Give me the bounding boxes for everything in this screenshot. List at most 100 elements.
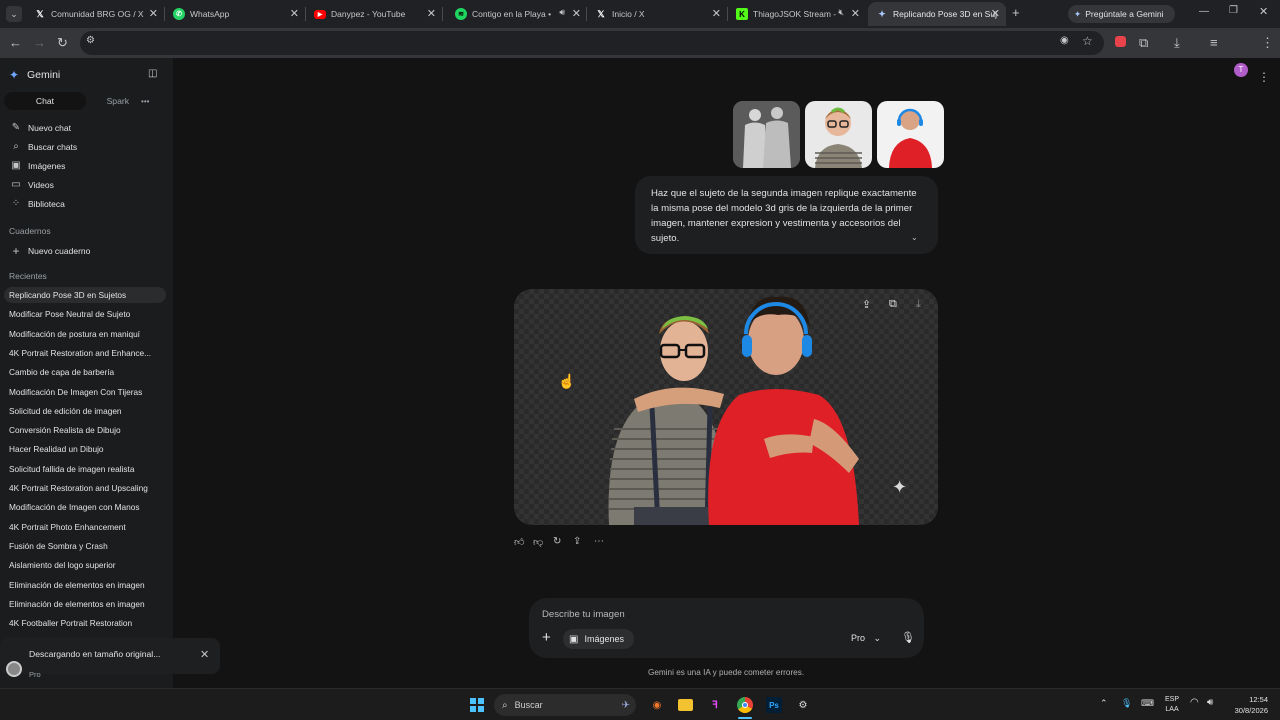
sidebar-recent-chat[interactable]: 4K Footballer Portrait Restoration [9, 618, 164, 628]
close-icon[interactable]: ✕ [712, 7, 721, 20]
tab-comunidad-brg[interactable]: 𝕏 Comunidad BRG OG / X ✕ [26, 2, 164, 26]
attached-image-red-shirt[interactable] [877, 101, 944, 168]
wifi-icon[interactable]: ◠ [1190, 697, 1199, 708]
prompt-input[interactable]: Describe tu imagen [542, 609, 625, 620]
close-icon[interactable]: ✕ [200, 648, 209, 661]
generated-image[interactable]: ✦ [514, 289, 938, 525]
sidebar-recent-chat[interactable]: 4K Portrait Restoration and Enhance... [9, 348, 164, 358]
sidebar-recent-chat[interactable]: Modificación de postura en maniquí [9, 329, 164, 339]
app-notification-icon[interactable]: ⚙ [795, 697, 811, 713]
sidebar-recent-chat[interactable]: Modificación De Imagen Con Tijeras [9, 387, 164, 397]
tab-chat[interactable]: Chat [4, 92, 86, 110]
new-notebook-button[interactable]: + Nuevo cuaderno [10, 244, 90, 258]
mute-icon[interactable]: 🔇︎ [838, 7, 844, 18]
input-language[interactable]: ESP LAA [1165, 695, 1179, 715]
share-icon[interactable]: ⇪ [573, 536, 581, 547]
sidebar-item-nuevo-chat[interactable]: ✎ Nuevo chat [10, 122, 71, 133]
more-options-icon[interactable]: ⋮ [1258, 70, 1270, 84]
sidebar-recent-chat[interactable]: Aislamiento del logo superior [9, 560, 164, 570]
sidebar-recent-chat[interactable]: Conversión Realista de Dibujo [9, 425, 164, 435]
file-explorer-icon[interactable] [678, 699, 693, 711]
microphone-tray-icon[interactable]: 🎙︎ [1121, 698, 1132, 709]
close-icon[interactable]: ✕ [851, 7, 860, 20]
tab-kick-stream[interactable]: K ThiagoJSOK Stream - 🔇︎ ✕ [728, 2, 866, 26]
clock[interactable]: 12:54 30/8/2026 [1228, 694, 1268, 716]
attached-image-subject[interactable] [805, 101, 872, 168]
photoshop-icon[interactable]: Ps [766, 697, 782, 713]
tab-search-button[interactable]: ⌄ [6, 6, 22, 22]
ask-gemini-button[interactable]: ✦ Pregúntale a Gemini [1068, 5, 1175, 23]
images-tool-chip[interactable]: ▣ Imágenes [563, 629, 634, 649]
share-image-icon[interactable]: ⇪ [862, 298, 871, 311]
sidebar-recent-chat[interactable]: Fusión de Sombra y Crash [9, 541, 164, 551]
copy-image-icon[interactable]: ⧉ [889, 298, 897, 311]
minimize-button[interactable]: — [1199, 6, 1209, 17]
collapse-sidebar-icon[interactable]: ◫ [148, 68, 157, 79]
taskbar-search[interactable]: ⌕ Buscar ✈ [494, 694, 636, 716]
sidebar-item-videos[interactable]: ▭ Videos [10, 179, 54, 190]
close-icon[interactable]: ✕ [427, 7, 436, 20]
sidebar-recent-chat[interactable]: Eliminación de elementos en imagen [9, 580, 164, 590]
add-attachment-icon[interactable]: + [542, 629, 551, 646]
microphone-icon[interactable]: 🎙︎ [901, 631, 915, 644]
close-icon[interactable]: ✕ [290, 7, 299, 20]
tab-inicio-x[interactable]: 𝕏 Inicio / X ✕ [587, 2, 727, 26]
thumbs-down-icon[interactable]: 👎︎ [533, 536, 543, 548]
speaker-icon[interactable]: 🔊︎ [559, 7, 565, 18]
download-icon[interactable]: ⤓ [1174, 35, 1180, 51]
tab-whatsapp[interactable]: ✆ WhatsApp ✕ [165, 2, 305, 26]
reading-list-icon[interactable]: ≡ [1210, 35, 1218, 51]
restore-button[interactable]: ❐ [1229, 5, 1238, 16]
ea-app-icon[interactable]: ꟻ [707, 697, 723, 713]
site-settings-icon[interactable]: ⚙ [86, 35, 95, 46]
keyboard-icon[interactable]: ⌨ [1141, 698, 1154, 709]
sidebar-recent-chat[interactable]: Replicando Pose 3D en Sujetos [4, 287, 166, 303]
prompt-composer: Describe tu imagen + ▣ Imágenes Pro ⌄ 🎙︎ [529, 598, 924, 658]
extension-red-icon[interactable] [1115, 36, 1126, 47]
tab-gemini-active[interactable]: ✦ Replicando Pose 3D en Suj ✕ [868, 2, 1006, 26]
sidebar-recent-chat[interactable]: Solicitud fallida de imagen realista [9, 464, 164, 474]
volume-icon[interactable]: 🔊︎ [1207, 697, 1213, 708]
back-icon[interactable]: ← [9, 35, 22, 51]
more-actions-icon[interactable]: ⋯ [594, 536, 604, 547]
tab-youtube[interactable]: ▶ Danypez - YouTube ✕ [306, 2, 442, 26]
sidebar-item-imagenes[interactable]: ▣ Imágenes [10, 160, 65, 171]
sidebar-recent-chat[interactable]: 4K Portrait Restoration and Upscaling [9, 483, 164, 493]
blender-icon[interactable]: ◉ [649, 697, 665, 713]
reload-icon[interactable]: ↻ [57, 35, 68, 51]
sidebar-recent-chat[interactable]: Modificar Pose Neutral de Sujeto [9, 309, 164, 319]
close-icon[interactable]: ✕ [572, 7, 581, 20]
download-image-icon[interactable]: ⤓ [916, 298, 921, 311]
windows-start-icon[interactable] [470, 698, 484, 712]
close-window-button[interactable]: ✕ [1259, 5, 1268, 18]
address-bar[interactable]: ⚙ ◉ ☆ [80, 31, 1104, 55]
tab-spark[interactable]: Spark ••• [88, 92, 168, 110]
sidebar-recent-chat[interactable]: 4K Portrait Photo Enhancement [9, 522, 164, 532]
account-avatar[interactable] [6, 661, 22, 677]
sidebar-recent-chat[interactable]: Modificación de Imagen con Manos [9, 502, 164, 512]
attached-image-3d-models[interactable] [733, 101, 800, 168]
eye-off-icon[interactable]: ◉ [1060, 35, 1069, 46]
close-icon[interactable]: ✕ [149, 7, 158, 20]
expand-chevron-icon[interactable]: ⌄ [911, 230, 918, 245]
sidebar-item-biblioteca[interactable]: ⁘ Biblioteca [10, 198, 65, 209]
sidebar-recent-chat[interactable]: Solicitud de edición de imagen [9, 406, 164, 416]
profile-avatar[interactable]: T [1234, 63, 1248, 77]
model-selector[interactable]: Pro ⌄ [851, 633, 881, 644]
sidebar-item-buscar-chats[interactable]: ⌕ Buscar chats [10, 141, 77, 152]
tab-spotify[interactable]: ≋ Contigo en la Playa • 🔊︎ ✕ [447, 2, 587, 26]
sidebar-recent-chat[interactable]: Eliminación de elementos en imagen [9, 599, 164, 609]
browser-menu-icon[interactable]: ⋮ [1261, 35, 1274, 51]
forward-icon[interactable]: → [33, 35, 46, 51]
sidebar-recent-chat[interactable]: Hacer Realidad un Dibujo [9, 444, 164, 454]
regenerate-icon[interactable]: ↻ [553, 536, 561, 547]
thumbs-up-icon[interactable]: 👍︎ [514, 536, 524, 548]
chrome-icon[interactable] [737, 697, 753, 713]
new-tab-button[interactable]: + [1012, 5, 1020, 20]
show-hidden-icons-chevron[interactable]: ⌃ [1100, 698, 1108, 709]
extensions-puzzle-icon[interactable]: ⧉ [1139, 35, 1148, 51]
sidebar-recent-chat[interactable]: Cambio de capa de barbería [9, 367, 164, 377]
close-icon[interactable]: ✕ [991, 7, 1000, 20]
windows-taskbar: ⌕ Buscar ✈ ◉ ꟻ Ps ⚙ ⌃ 🎙︎ ⌨ ESP LAA ◠ 🔊︎ … [0, 688, 1280, 720]
bookmark-star-icon[interactable]: ☆ [1082, 34, 1093, 48]
